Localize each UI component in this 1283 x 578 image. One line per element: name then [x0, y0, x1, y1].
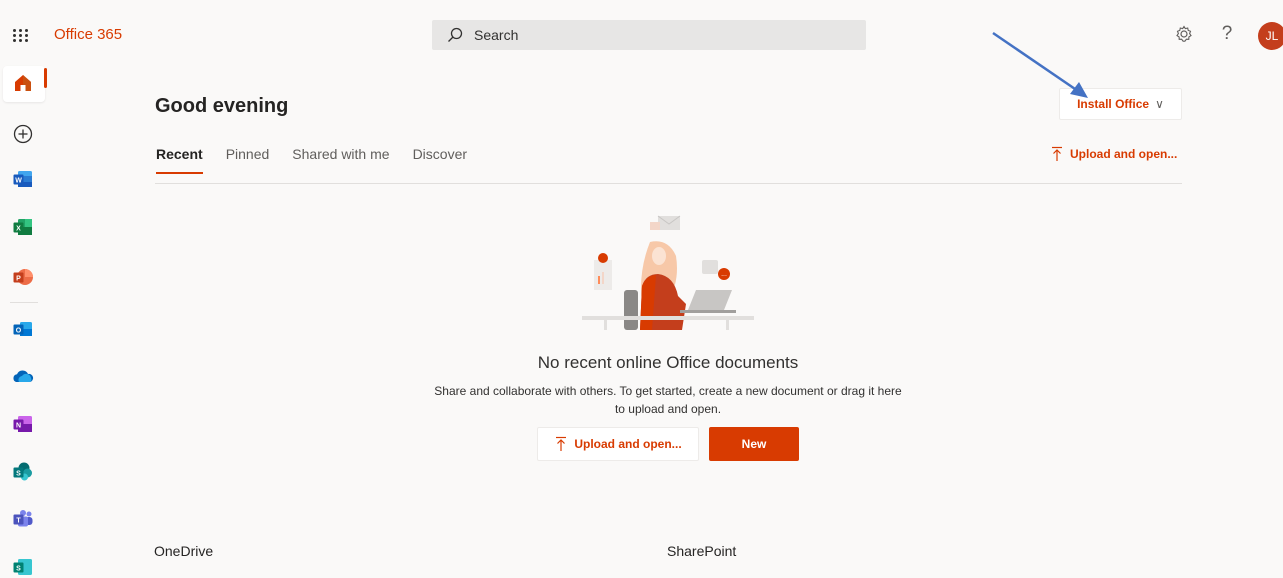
sharepoint-icon[interactable]: S: [12, 461, 34, 483]
tabs-divider: [155, 183, 1182, 184]
empty-desc-line-2: to upload and open.: [614, 402, 722, 416]
svg-text:X: X: [16, 226, 21, 233]
svg-text:S: S: [16, 471, 21, 478]
install-office-label: Install Office: [1077, 97, 1150, 111]
svg-text:...: ...: [721, 271, 727, 278]
install-office-button[interactable]: Install Office ∨: [1059, 88, 1182, 120]
app-rail: W X P O N S T S: [0, 66, 48, 575]
powerpoint-icon[interactable]: P: [12, 266, 34, 288]
app-launcher-icon[interactable]: [10, 24, 32, 46]
rail-divider: [10, 302, 38, 303]
upload-button-label: Upload and open...: [574, 437, 682, 451]
empty-state-illustration: ...: [582, 215, 754, 330]
outlook-icon[interactable]: O: [12, 318, 34, 340]
upload-and-open-label: Upload and open...: [1070, 147, 1178, 161]
create-plus-icon[interactable]: [12, 123, 34, 145]
svg-text:O: O: [16, 328, 22, 335]
svg-text:N: N: [16, 423, 21, 430]
excel-icon[interactable]: X: [12, 216, 34, 238]
section-title-onedrive: OneDrive: [154, 543, 214, 559]
onedrive-icon[interactable]: [12, 366, 34, 388]
new-document-button[interactable]: New: [709, 427, 799, 461]
tab-discover[interactable]: Discover: [413, 146, 467, 174]
tab-recent[interactable]: Recent: [156, 146, 203, 174]
brand-link[interactable]: Office 365: [54, 26, 122, 43]
rail-active-indicator: [44, 68, 47, 88]
search-input[interactable]: [472, 26, 852, 44]
teams-icon[interactable]: T: [12, 508, 34, 530]
tab-shared-with-me[interactable]: Shared with me: [292, 146, 389, 174]
search-icon: [448, 27, 463, 42]
onenote-icon[interactable]: N: [12, 413, 34, 435]
settings-gear-icon[interactable]: [1174, 24, 1194, 44]
top-bar: Office 365 ? JL: [0, 0, 1283, 68]
upload-icon: [556, 436, 567, 451]
rail-home-button[interactable]: [3, 66, 45, 102]
upload-and-open-link[interactable]: Upload and open...: [1050, 146, 1177, 162]
empty-desc-line-1: Share and collaborate with others. To ge…: [434, 384, 902, 398]
upload-icon: [1052, 146, 1062, 161]
upload-and-open-button[interactable]: Upload and open...: [537, 427, 699, 461]
section-title-sharepoint: SharePoint: [667, 543, 737, 559]
sway-icon[interactable]: S: [12, 556, 34, 578]
svg-text:P: P: [16, 276, 21, 283]
document-tabs: Recent Pinned Shared with me Discover: [156, 146, 467, 174]
chevron-down-icon: ∨: [1155, 97, 1164, 111]
empty-state-description: Share and collaborate with others. To ge…: [400, 382, 936, 418]
svg-text:W: W: [15, 178, 22, 185]
svg-text:S: S: [16, 566, 21, 573]
home-icon: [15, 75, 31, 91]
empty-state-title: No recent online Office documents: [537, 353, 799, 372]
page-greeting: Good evening: [155, 95, 289, 117]
search-box[interactable]: [432, 20, 866, 50]
user-avatar[interactable]: JL: [1258, 22, 1283, 50]
tab-pinned[interactable]: Pinned: [226, 146, 270, 174]
word-icon[interactable]: W: [12, 168, 34, 190]
help-icon[interactable]: ?: [1217, 24, 1237, 44]
svg-text:T: T: [16, 518, 21, 525]
